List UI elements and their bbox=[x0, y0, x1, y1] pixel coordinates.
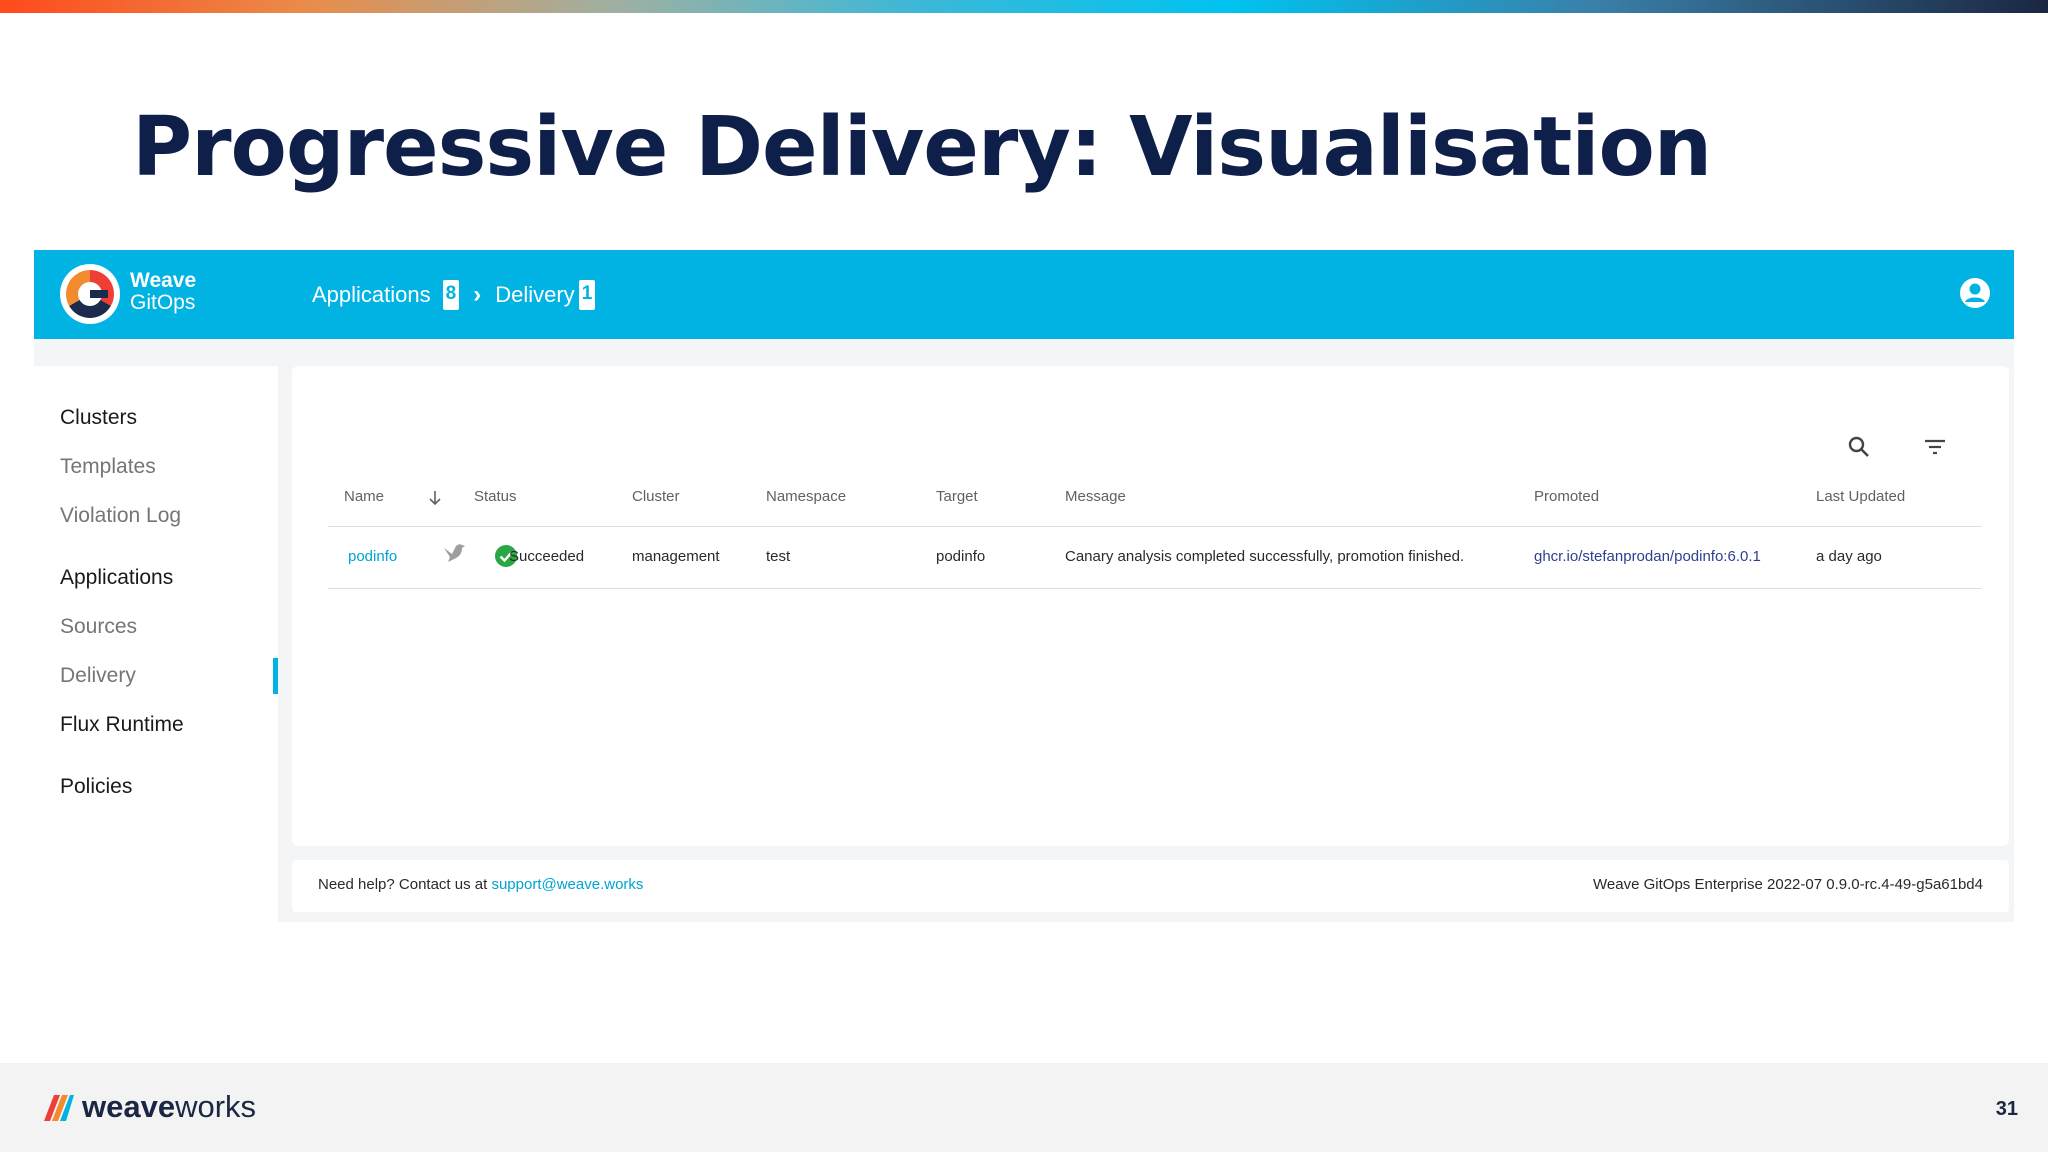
weaveworks-wordmark: weaveworks bbox=[82, 1089, 256, 1125]
logo-line-1: Weave bbox=[130, 269, 197, 292]
sidebar-item-delivery[interactable]: Delivery bbox=[60, 664, 136, 688]
sidebar-item-policies[interactable]: Policies bbox=[60, 775, 132, 799]
row-divider bbox=[328, 588, 1982, 589]
slide-footer: weaveworks 31 bbox=[0, 1063, 2048, 1152]
breadcrumb-applications[interactable]: Applications bbox=[312, 282, 431, 308]
column-header-status[interactable]: Status bbox=[474, 488, 517, 505]
delivery-table-panel: Name Status Cluster Namespace Target Mes… bbox=[292, 366, 2009, 846]
weaveworks-logo-icon bbox=[44, 1095, 74, 1121]
header-divider bbox=[328, 526, 1982, 527]
column-header-promoted[interactable]: Promoted bbox=[1534, 488, 1599, 505]
canary-bird-icon bbox=[444, 544, 465, 562]
sidebar-item-applications[interactable]: Applications bbox=[60, 566, 173, 590]
sidebar-item-sources[interactable]: Sources bbox=[60, 615, 137, 639]
logo-text: Weave GitOps bbox=[130, 270, 196, 314]
cell-message: Canary analysis completed successfully, … bbox=[1065, 548, 1465, 565]
support-email-link[interactable]: support@weave.works bbox=[491, 876, 643, 893]
app-header: Weave GitOps Applications 8 › Delivery 1 bbox=[34, 250, 2014, 339]
cell-cluster: management bbox=[632, 548, 720, 565]
sidebar-item-violation-log[interactable]: Violation Log bbox=[60, 504, 181, 528]
applications-count-badge: 8 bbox=[442, 280, 460, 310]
breadcrumb: Applications 8 › Delivery 1 bbox=[312, 280, 596, 310]
column-header-message[interactable]: Message bbox=[1065, 488, 1126, 505]
sidebar-item-templates[interactable]: Templates bbox=[60, 455, 156, 479]
slide-title: Progressive Delivery: Visualisation bbox=[132, 100, 1712, 195]
active-indicator bbox=[273, 658, 278, 694]
help-text: Need help? Contact us at support@weave.w… bbox=[318, 876, 643, 893]
sidebar-nav: Clusters Templates Violation Log Applica… bbox=[34, 366, 278, 922]
user-account-icon[interactable] bbox=[1960, 278, 1990, 308]
top-gradient-stripe bbox=[0, 0, 2048, 13]
chevron-right-icon: › bbox=[473, 281, 482, 308]
app-footer: Need help? Contact us at support@weave.w… bbox=[292, 860, 2009, 912]
promoted-image-link[interactable]: ghcr.io/stefanprodan/podinfo:6.0.1 bbox=[1534, 548, 1761, 565]
column-header-last-updated[interactable]: Last Updated bbox=[1816, 488, 1905, 505]
cell-last-updated: a day ago bbox=[1816, 548, 1882, 565]
brand-bold: weave bbox=[82, 1089, 176, 1124]
search-icon[interactable] bbox=[1846, 434, 1872, 460]
cell-target: podinfo bbox=[936, 548, 986, 565]
page-number: 31 bbox=[1995, 1098, 2018, 1120]
podinfo-link[interactable]: podinfo bbox=[348, 548, 397, 565]
status-succeeded: Succeeded bbox=[509, 548, 585, 565]
app-window: Weave GitOps Applications 8 › Delivery 1… bbox=[34, 250, 2014, 922]
sidebar-item-clusters[interactable]: Clusters bbox=[60, 406, 137, 430]
logo-line-2: GitOps bbox=[130, 291, 196, 314]
column-header-cluster[interactable]: Cluster bbox=[632, 488, 680, 505]
cell-namespace: test bbox=[766, 548, 791, 565]
weave-gitops-logo-icon[interactable] bbox=[60, 264, 120, 324]
column-header-target[interactable]: Target bbox=[936, 488, 978, 505]
delivery-count-badge: 1 bbox=[578, 280, 596, 310]
column-header-namespace[interactable]: Namespace bbox=[766, 488, 846, 505]
sort-arrow-down-icon[interactable] bbox=[428, 490, 442, 506]
help-label: Need help? Contact us at bbox=[318, 876, 488, 893]
column-header-name[interactable]: Name bbox=[344, 488, 384, 505]
version-text: Weave GitOps Enterprise 2022-07 0.9.0-rc… bbox=[1593, 876, 1983, 893]
sidebar-item-flux-runtime[interactable]: Flux Runtime bbox=[60, 713, 184, 737]
filter-icon[interactable] bbox=[1922, 434, 1948, 460]
brand-regular: works bbox=[175, 1089, 257, 1124]
breadcrumb-delivery[interactable]: Delivery bbox=[495, 282, 574, 308]
